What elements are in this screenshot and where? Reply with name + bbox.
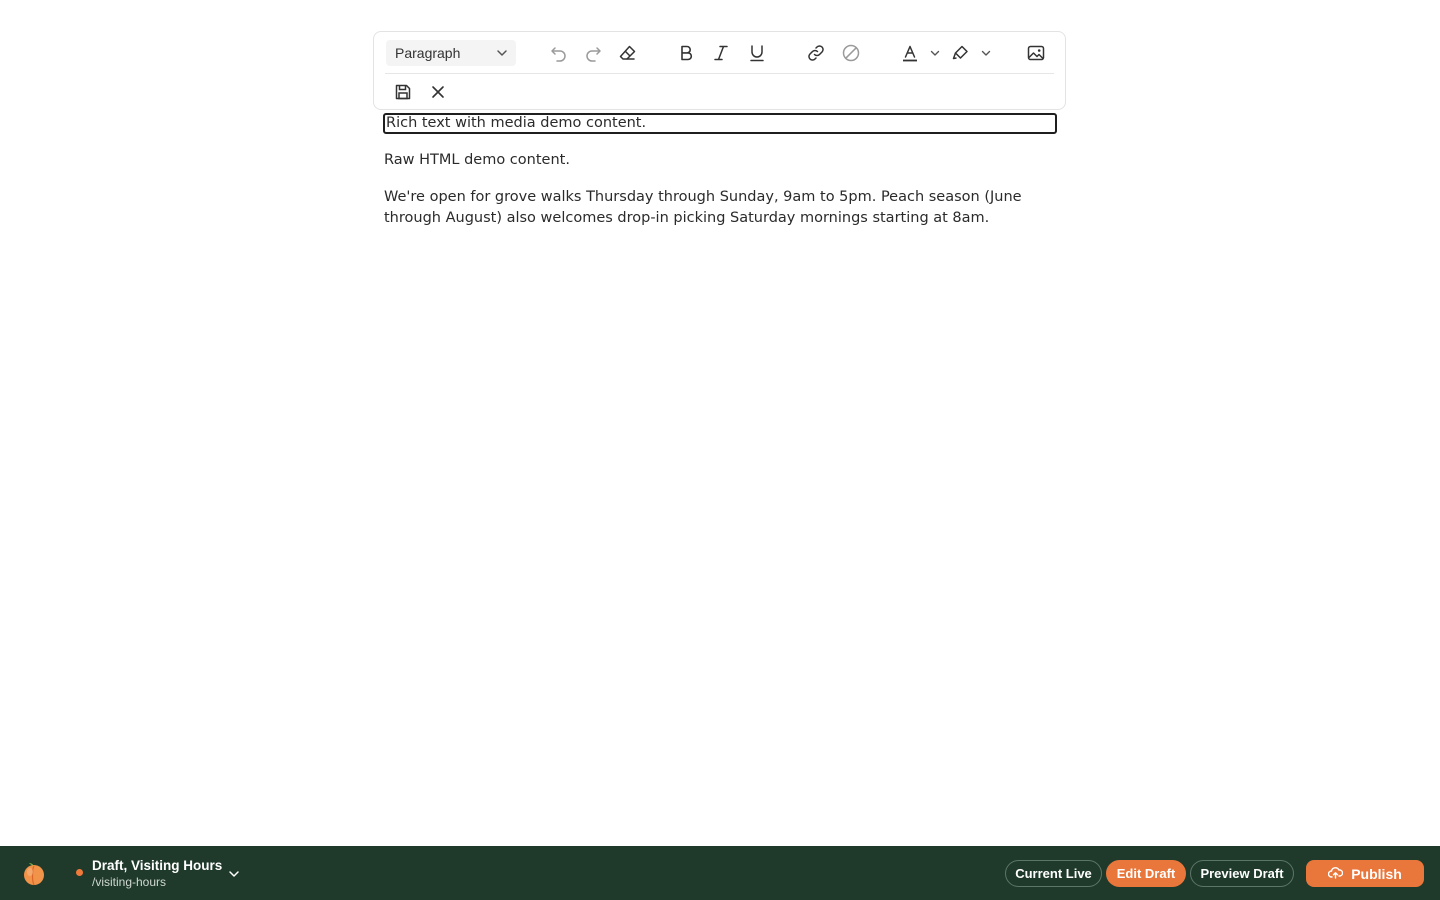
italic-icon: [711, 43, 731, 63]
unlink-icon: [841, 43, 861, 63]
underline-button[interactable]: [743, 39, 771, 67]
close-icon: [428, 82, 448, 102]
undo-button[interactable]: [545, 39, 573, 67]
unlink-button[interactable]: [837, 39, 865, 67]
publish-label: Publish: [1351, 865, 1402, 882]
bold-icon: [676, 43, 696, 63]
redo-icon: [583, 43, 603, 63]
save-icon: [393, 82, 413, 102]
editor-toolbar: Paragraph: [373, 31, 1066, 110]
text-color-button[interactable]: [896, 39, 924, 67]
text-color-icon: [900, 43, 920, 63]
chevron-down-icon: [980, 44, 992, 63]
preview-draft-label: Preview Draft: [1200, 866, 1284, 881]
image-icon: [1026, 43, 1046, 63]
preview-draft-button[interactable]: Preview Draft: [1190, 860, 1294, 887]
underline-icon: [747, 43, 767, 63]
current-live-button[interactable]: Current Live: [1005, 860, 1102, 887]
peach-logo-icon: [21, 860, 47, 890]
bottom-bar: Draft, Visiting Hours /visiting-hours Cu…: [0, 846, 1440, 900]
highlight-dropdown[interactable]: [980, 39, 992, 67]
highlight-button[interactable]: [947, 39, 975, 67]
page-title: Draft, Visiting Hours: [92, 858, 223, 873]
close-button[interactable]: [424, 78, 452, 106]
insert-image-button[interactable]: [1022, 39, 1050, 67]
page-switcher-chevron-icon[interactable]: [227, 866, 241, 885]
edit-draft-label: Edit Draft: [1116, 866, 1176, 881]
clear-formatting-button[interactable]: [614, 39, 642, 67]
toolbar-row-formatting: Paragraph: [374, 32, 1065, 73]
block-type-select[interactable]: Paragraph: [386, 40, 516, 66]
edit-draft-button[interactable]: Edit Draft: [1106, 860, 1186, 887]
link-button[interactable]: [802, 39, 830, 67]
chevron-down-icon: [929, 44, 941, 63]
highlight-icon: [951, 43, 971, 63]
text-color-dropdown[interactable]: [929, 39, 941, 67]
bold-button[interactable]: [672, 39, 700, 67]
page-path: /visiting-hours: [92, 875, 167, 889]
block-type-value: Paragraph: [395, 45, 461, 61]
undo-icon: [549, 43, 569, 63]
current-live-label: Current Live: [1015, 866, 1092, 881]
publish-button[interactable]: Publish: [1306, 860, 1424, 887]
raw-html-block[interactable]: Raw HTML demo content.: [384, 150, 1044, 171]
rich-text-block[interactable]: Rich text with media demo content.: [383, 113, 1057, 134]
chevron-down-icon: [494, 45, 510, 64]
italic-button[interactable]: [707, 39, 735, 67]
rich-text-content: Rich text with media demo content.: [386, 115, 647, 131]
toolbar-row-actions: [374, 74, 1065, 111]
save-button[interactable]: [389, 78, 417, 106]
link-icon: [806, 43, 826, 63]
eraser-icon: [618, 43, 638, 63]
redo-button[interactable]: [579, 39, 607, 67]
body-paragraph[interactable]: We're open for grove walks Thursday thro…: [384, 187, 1044, 229]
draft-status-dot: [76, 869, 83, 876]
cloud-upload-icon: [1328, 866, 1351, 882]
